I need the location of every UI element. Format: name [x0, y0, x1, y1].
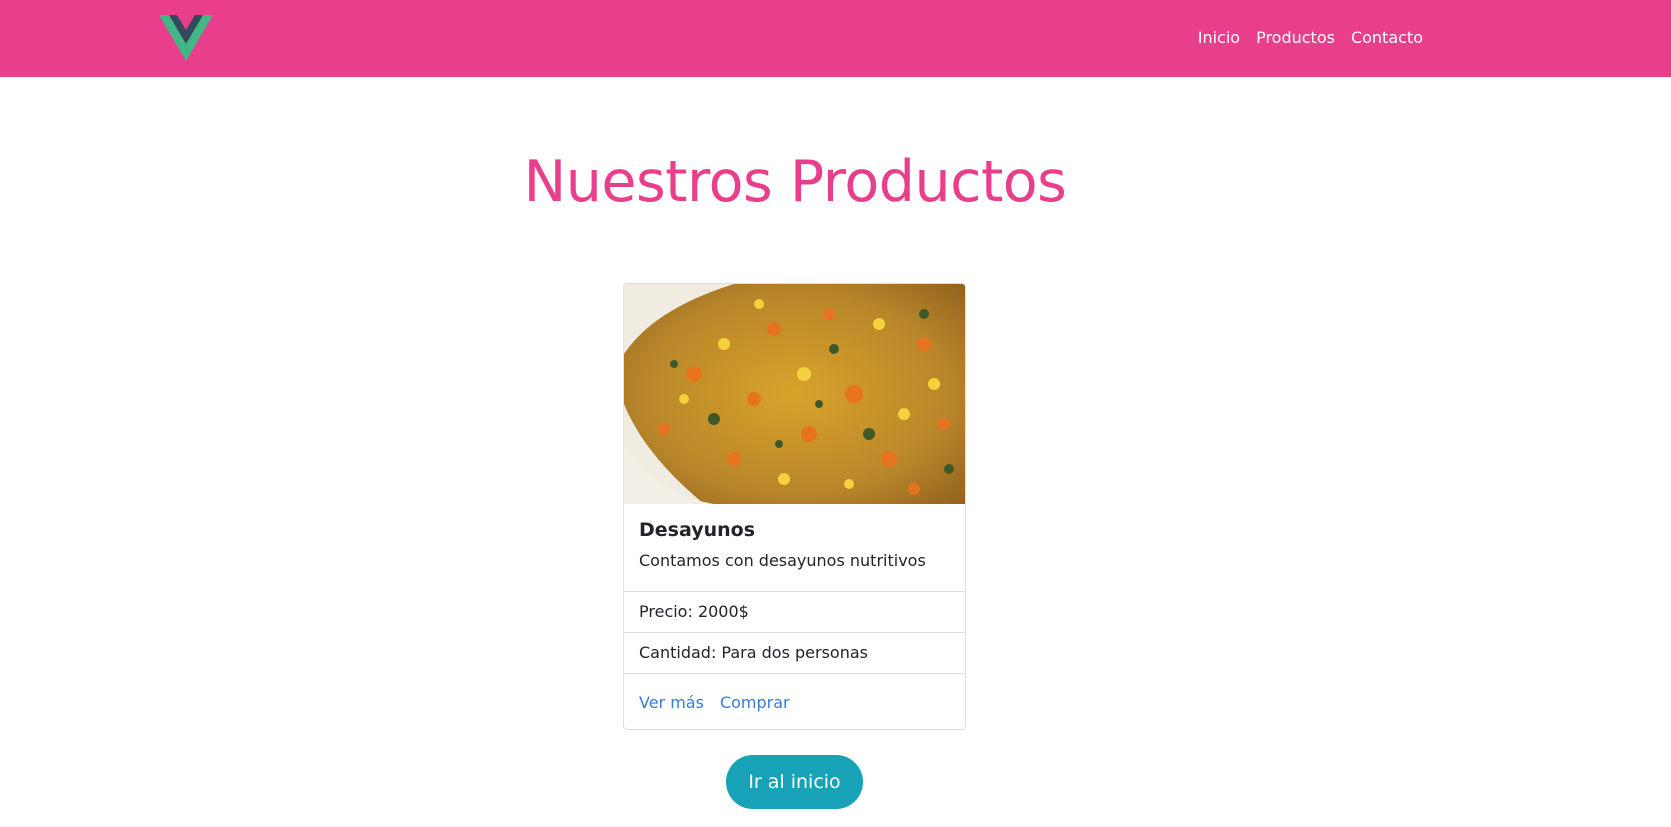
card-links: Ver más Comprar	[624, 673, 965, 729]
product-price: Precio: 2000$	[624, 591, 965, 632]
comprar-link[interactable]: Comprar	[720, 692, 790, 714]
product-quantity: Cantidad: Para dos personas	[624, 632, 965, 673]
product-description: Contamos con desayunos nutritivos	[639, 551, 926, 570]
card-body: Desayunos Contamos con desayunos nutriti…	[624, 504, 965, 591]
nav-link-contacto[interactable]: Contacto	[1351, 27, 1423, 49]
nav-link-productos[interactable]: Productos	[1256, 27, 1335, 49]
product-card: Desayunos Contamos con desayunos nutriti…	[623, 283, 966, 730]
product-title: Desayunos	[639, 519, 756, 541]
home-button[interactable]: Ir al inicio	[726, 755, 863, 809]
vue-logo-icon[interactable]	[159, 15, 213, 61]
page-title: Nuestros Productos	[523, 149, 1067, 215]
nav-links: Inicio Productos Contacto	[1198, 27, 1423, 49]
ver-mas-link[interactable]: Ver más	[639, 692, 704, 714]
food-image	[624, 284, 965, 504]
nav-link-inicio[interactable]: Inicio	[1198, 27, 1240, 49]
navbar: Inicio Productos Contacto	[0, 0, 1671, 77]
